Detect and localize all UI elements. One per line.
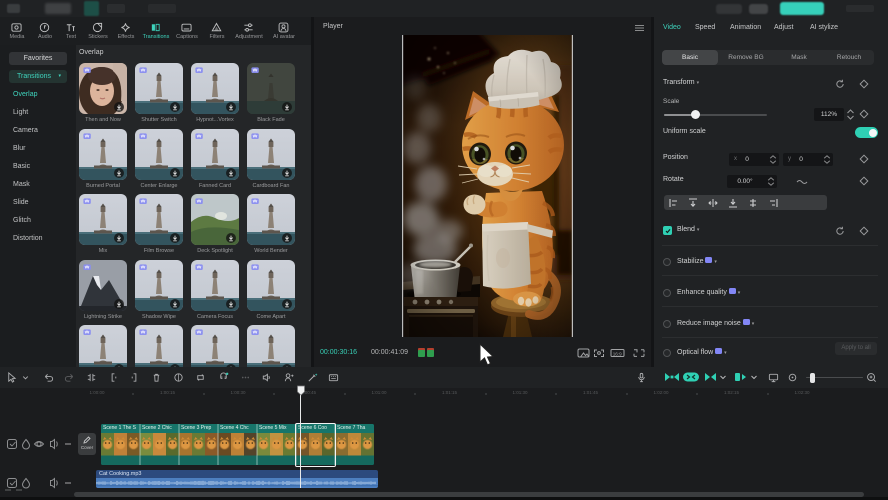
svg-text:16:9: 16:9 <box>613 351 622 356</box>
